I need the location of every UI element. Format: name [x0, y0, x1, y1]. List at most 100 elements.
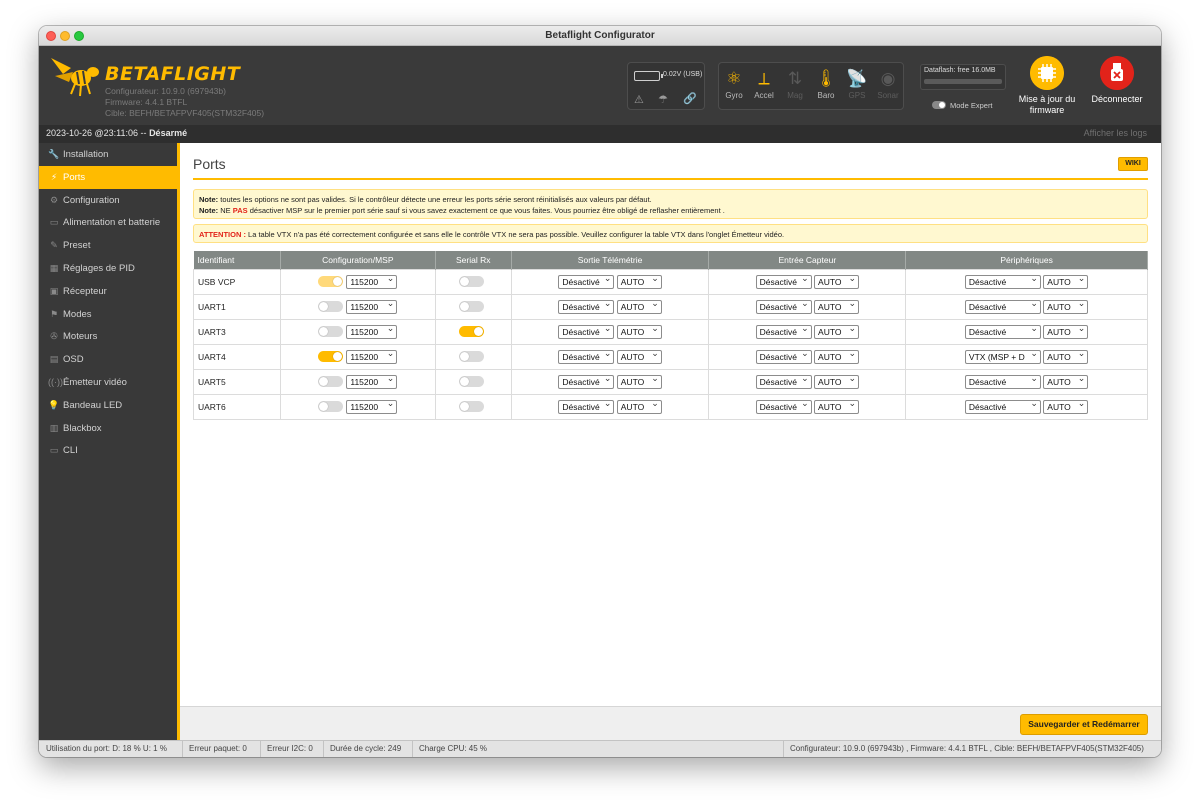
window-title: Betaflight Configurator: [545, 30, 655, 41]
sensor-baudrate-select[interactable]: AUTO: [814, 299, 860, 314]
telemetry-baudrate-select[interactable]: AUTO: [616, 399, 662, 414]
sensor-select[interactable]: Désactivé: [755, 399, 812, 414]
sidebar-item-label: Blackbox: [63, 422, 102, 434]
peripheral-baudrate-select[interactable]: AUTO: [1043, 299, 1089, 314]
sensor-baudrate-select[interactable]: AUTO: [814, 324, 860, 339]
sidebar-item-configuration[interactable]: ⚙ Configuration: [39, 189, 177, 212]
sidebar-item-power[interactable]: ▭ Alimentation et batterie: [39, 211, 177, 234]
telemetry-baudrate-select[interactable]: AUTO: [616, 299, 662, 314]
sensor-select[interactable]: Désactivé: [755, 349, 812, 364]
minimize-window-button[interactable]: [60, 31, 70, 41]
sensor-select[interactable]: Désactivé: [755, 324, 812, 339]
select-value: AUTO: [1047, 376, 1071, 387]
msp-toggle[interactable]: [318, 326, 344, 337]
sensor-select[interactable]: Désactivé: [755, 299, 812, 314]
peripheral-baudrate-select[interactable]: AUTO: [1043, 349, 1089, 364]
telemetry-baudrate-select[interactable]: AUTO: [616, 374, 662, 389]
peripheral-baudrate-select[interactable]: AUTO: [1043, 374, 1089, 389]
close-window-button[interactable]: [46, 31, 56, 41]
msp-toggle[interactable]: [318, 401, 344, 412]
telemetry-select[interactable]: Désactivé: [558, 324, 615, 339]
peripheral-select[interactable]: VTX (MSP + D: [964, 349, 1041, 364]
serial-rx-toggle[interactable]: [459, 401, 485, 413]
sensor-baudrate-select[interactable]: AUTO: [814, 274, 860, 289]
serial-rx-toggle[interactable]: [459, 376, 485, 388]
sensor-select[interactable]: Désactivé: [755, 274, 812, 289]
peripheral-baudrate-select[interactable]: AUTO: [1043, 274, 1089, 289]
arming-status: 2023-10-26 @23:11:06 -- Désarmé: [46, 128, 187, 138]
msp-cell: 115200: [279, 368, 436, 395]
telemetry-select[interactable]: Désactivé: [558, 299, 615, 314]
i2c-error: Erreur I2C: 0: [267, 744, 313, 753]
telemetry-select[interactable]: Désactivé: [558, 349, 615, 364]
msp-toggle[interactable]: [318, 351, 344, 362]
sensor-mag: ⇅ Mag: [780, 67, 810, 107]
sidebar-item-vtx[interactable]: ((·))Émetteur vidéo: [39, 371, 177, 394]
sidebar-item-led-strip[interactable]: 💡 Bandeau LED: [39, 394, 177, 417]
serial-rx-toggle[interactable]: [459, 326, 485, 338]
sidebar-item-installation[interactable]: 🔧 Installation: [39, 143, 177, 166]
peripheral-select[interactable]: Désactivé: [964, 374, 1041, 389]
note-line-2: Note: NE PAS désactiver MSP sur le premi…: [199, 205, 1142, 216]
telemetry-baudrate-select[interactable]: AUTO: [616, 349, 662, 364]
sensor-baudrate-select[interactable]: AUTO: [814, 374, 860, 389]
msp-toggle[interactable]: [318, 376, 344, 387]
msp-baudrate-select[interactable]: 115200: [346, 324, 398, 339]
expert-mode-toggle[interactable]: [932, 101, 946, 109]
sidebar-item-label: Moteurs: [63, 331, 98, 343]
table-row: UART6115200Désactivé AUTODésactivé AUTOD…: [193, 393, 1148, 420]
msp-baudrate-select[interactable]: 115200: [346, 299, 398, 314]
peripheral-baudrate-select[interactable]: AUTO: [1043, 399, 1089, 414]
sensor-select[interactable]: Désactivé: [755, 374, 812, 389]
sidebar-item-motors[interactable]: ✇ Moteurs: [39, 325, 177, 348]
peripheral-select[interactable]: Désactivé: [964, 399, 1041, 414]
sidebar-item-osd[interactable]: ▤ OSD: [39, 348, 177, 371]
msp-baudrate-select[interactable]: 115200: [346, 399, 398, 414]
show-logs-link[interactable]: Afficher les logs: [1084, 128, 1147, 138]
peripheral-select[interactable]: Désactivé: [964, 274, 1041, 289]
telemetry-baudrate-select[interactable]: AUTO: [616, 274, 662, 289]
sidebar-item-ports[interactable]: ⚡ Ports: [39, 165, 177, 189]
disconnect-button[interactable]: Déconnecter: [1085, 56, 1149, 105]
note-box: Note: toutes les options ne sont pas val…: [193, 189, 1148, 219]
telemetry-select[interactable]: Désactivé: [558, 374, 615, 389]
sidebar-item-cli[interactable]: ▭ CLI: [39, 439, 177, 462]
serial-rx-toggle[interactable]: [459, 276, 485, 288]
sidebar-item-preset[interactable]: ✎ Preset: [39, 234, 177, 257]
sidebar-item-receiver[interactable]: ▣ Récepteur: [39, 280, 177, 303]
select-value: Désactivé: [562, 276, 600, 287]
sensor-baudrate-select[interactable]: AUTO: [814, 349, 860, 364]
peripheral-select[interactable]: Désactivé: [964, 324, 1041, 339]
select-value: AUTO: [1047, 326, 1071, 337]
telemetry-baudrate-select[interactable]: AUTO: [616, 324, 662, 339]
battery-voltage: 0.02V (USB): [663, 71, 703, 78]
serial-rx-toggle[interactable]: [459, 301, 485, 313]
receiver-icon: ▣: [49, 285, 59, 296]
msp-baudrate-select[interactable]: 115200: [346, 349, 398, 364]
telemetry-cell: Désactivé AUTO: [510, 343, 710, 370]
save-and-reboot-button[interactable]: Sauvegarder et Redémarrer: [1020, 714, 1148, 735]
msp-baudrate-select[interactable]: 115200: [346, 374, 398, 389]
msp-cell: 115200: [279, 318, 436, 345]
peripheral-select[interactable]: Désactivé: [964, 299, 1041, 314]
wiki-button[interactable]: WIKI: [1118, 157, 1148, 171]
sidebar-item-pid[interactable]: ▦ Réglages de PID: [39, 257, 177, 280]
maximize-window-button[interactable]: [74, 31, 84, 41]
telemetry-select[interactable]: Désactivé: [558, 399, 615, 414]
firmware-flasher-button[interactable]: Mise à jour du firmware: [1015, 56, 1079, 116]
sidebar-item-blackbox[interactable]: ▥ Blackbox: [39, 417, 177, 440]
sidebar-item-label: Configuration: [63, 194, 120, 206]
col-header: Identifiant: [193, 251, 281, 269]
msp-toggle[interactable]: [318, 301, 344, 312]
sensor-baudrate-select[interactable]: AUTO: [814, 399, 860, 414]
sensor-cell: Désactivé AUTO: [708, 393, 907, 420]
sidebar-item-modes[interactable]: ⚑ Modes: [39, 303, 177, 326]
blackbox-icon: ▥: [49, 422, 59, 433]
msp-baudrate-select[interactable]: 115200: [346, 274, 398, 289]
sensor-gps: 📡 GPS: [842, 67, 872, 107]
msp-toggle[interactable]: [318, 276, 344, 287]
port-identifier: UART4: [193, 343, 281, 370]
serial-rx-toggle[interactable]: [459, 351, 485, 363]
telemetry-select[interactable]: Désactivé: [558, 274, 615, 289]
peripheral-baudrate-select[interactable]: AUTO: [1043, 324, 1089, 339]
